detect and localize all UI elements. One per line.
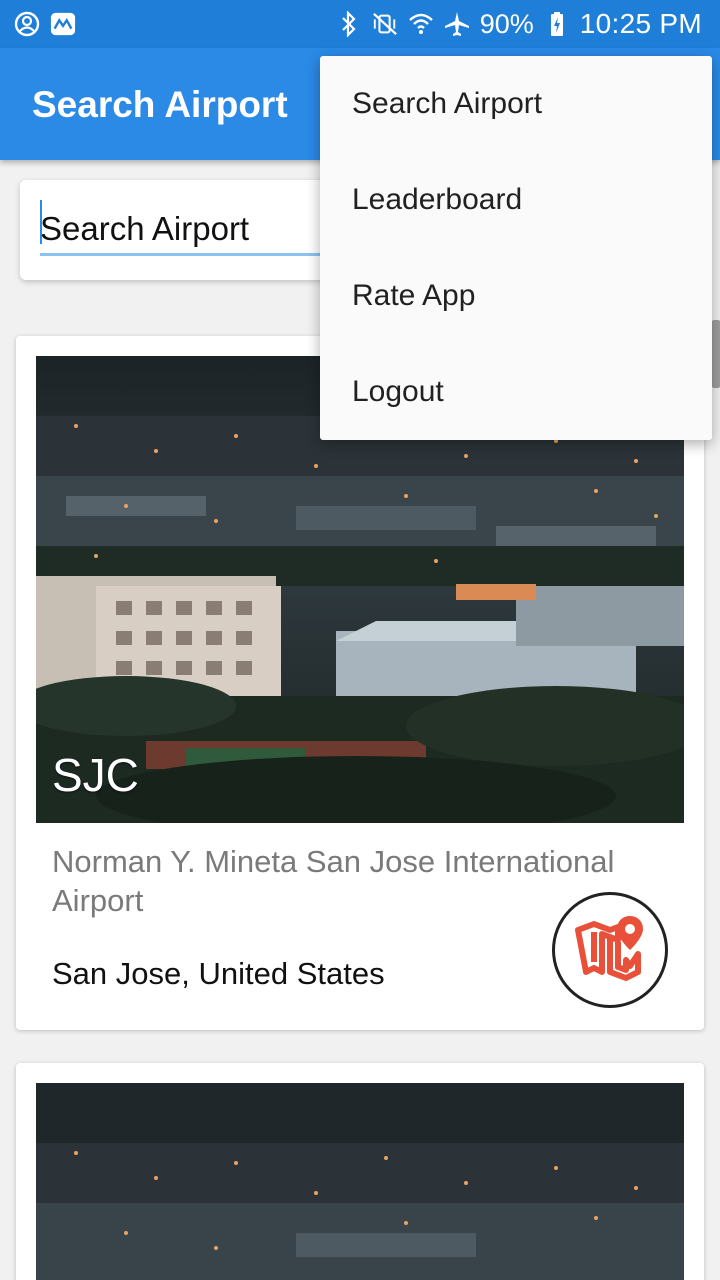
status-bar: 90% 10:25 PM <box>0 0 720 48</box>
status-bar-left <box>0 11 76 37</box>
airport-photo <box>36 1083 684 1280</box>
airport-card[interactable] <box>16 1063 704 1280</box>
scrollbar-thumb[interactable] <box>712 320 720 388</box>
text-cursor <box>40 200 42 244</box>
bluetooth-icon <box>336 11 362 37</box>
vibrate-mute-icon <box>372 11 398 37</box>
overflow-menu: Search Airport Leaderboard Rate App Logo… <box>320 56 712 440</box>
menu-item-logout[interactable]: Logout <box>320 344 712 440</box>
wifi-icon <box>408 11 434 37</box>
open-map-button[interactable] <box>552 892 668 1008</box>
app-notification-icon <box>50 11 76 37</box>
menu-item-search-airport[interactable]: Search Airport <box>320 56 712 152</box>
airport-card[interactable]: SJC Norman Y. Mineta San Jose Internatio… <box>16 336 704 1030</box>
menu-item-rate-app[interactable]: Rate App <box>320 248 712 344</box>
clock: 10:25 PM <box>579 8 702 39</box>
app-title: Search Airport <box>32 84 288 125</box>
menu-item-leaderboard[interactable]: Leaderboard <box>320 152 712 248</box>
map-pin-icon <box>572 910 648 991</box>
airport-location: San Jose, United States <box>52 956 385 991</box>
account-circle-icon <box>14 11 40 37</box>
status-bar-right: 90% 10:25 PM <box>336 8 720 40</box>
battery-level: 90% <box>479 8 534 39</box>
airplane-icon <box>444 11 470 37</box>
airport-code: SJC <box>52 749 139 801</box>
battery-charging-icon <box>544 11 570 37</box>
airport-name: Norman Y. Mineta San Jose International … <box>52 844 615 918</box>
